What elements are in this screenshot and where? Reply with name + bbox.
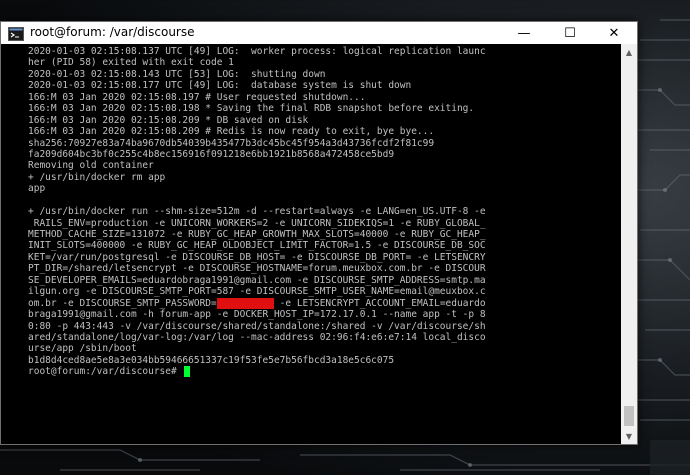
scroll-up-icon[interactable]: ▲ [621,44,637,60]
terminal-line: SE_DEVELOPER_EMAILS=eduardobraga1991@gma… [28,274,486,286]
terminal-line: 166:M 03 Jan 2020 02:15:08.209 # Redis i… [28,126,435,138]
terminal-icon [8,26,24,41]
shell-prompt-line[interactable]: root@forum:/var/discourse# [28,366,486,378]
terminal-window: root@forum: /var/discourse — ☐ ✕ 2020-01… [0,21,638,445]
terminal-line: PT_DIR=/shared/letsencrypt -e DISCOURSE_… [28,263,486,275]
password-line-suffix: -e LETSENCRYPT_ACCOUNT_EMAIL=eduardo [273,297,486,309]
terminal-line: fa209d604bc3bf0c255c4b8ec156916f091218e6… [28,148,395,160]
minimize-button[interactable]: — [501,22,547,44]
terminal-line: urse/app /sbin/boot [28,343,137,355]
terminal-line: METHOD_CACHE_SIZE=131072 -e RUBY_GC_HEAP… [28,229,486,240]
terminal-line: 2020-01-03 02:15:08.137 UTC [49] LOG: wo… [28,46,486,57]
close-icon: ✕ [608,25,620,41]
password-line-prefix: om.br -e DISCOURSE_SMTP_PASSWORD= [28,297,217,309]
terminal-line: 166:M 03 Jan 2020 02:15:08.197 # User re… [28,91,366,103]
terminal-lines: 2020-01-03 02:15:08.137 UTC [49] LOG: wo… [28,46,486,378]
terminal-line: 166:M 03 Jan 2020 02:15:08.198 * Saving … [28,103,475,115]
window-titlebar[interactable]: root@forum: /var/discourse — ☐ ✕ [1,22,637,44]
terminal-line-password: om.br -e DISCOURSE_SMTP_PASSWORD=xxxxxxx… [28,297,486,309]
terminal-line: 2020-01-03 02:15:08.177 UTC [49] LOG: da… [28,80,412,92]
terminal-line: ilgun.org -e DISCOURSE_SMTP_PORT=587 -e … [28,286,486,298]
terminal-line: braga1991@gmail.com -h forum-app -e DOCK… [28,309,486,321]
terminal-output[interactable]: 2020-01-03 02:15:08.137 UTC [49] LOG: wo… [1,44,621,444]
terminal-line: Removing old container [28,160,154,172]
scrollbar-thumb[interactable] [624,406,634,426]
terminal-line: + /usr/bin/docker rm app [28,171,166,183]
terminal-line: INIT_SLOTS=400000 -e RUBY_GC_HEAP_OLDOBJ… [28,240,486,252]
terminal-line: 2020-01-03 02:15:08.143 UTC [53] LOG: sh… [28,68,326,80]
close-button[interactable]: ✕ [591,22,637,44]
scroll-down-icon[interactable]: ▼ [621,428,637,444]
terminal-line: ared/standalone/log/var-log:/var/log --m… [28,331,486,343]
terminal-line: her (PID 58) exited with exit code 1 [28,57,234,69]
terminal-line: + /usr/bin/docker run --shm-size=512m -d… [28,206,486,218]
vertical-scrollbar[interactable]: ▲ ▼ [621,44,637,444]
terminal-line: app [28,183,46,195]
text-cursor [184,366,191,378]
terminal-line: RAILS_ENV=production -e UNICORN_WORKERS=… [28,217,486,229]
maximize-button[interactable]: ☐ [547,22,593,44]
redacted-password: xxxxxxxxxx [216,297,274,309]
terminal-line: b1d8d4ced8ae5e8a3e034bb59466651337c19f53… [28,354,395,366]
maximize-icon: ☐ [564,25,576,41]
window-title: root@forum: /var/discourse [30,25,195,39]
terminal-line: 0:80 -p 443:443 -v /var/discourse/shared… [28,320,486,332]
minimize-icon: — [517,25,531,41]
terminal-line: KET=/var/run/postgresql -e DISCOURSE_DB_… [28,251,486,263]
terminal-line: sha256:70927e83a74ba9670db54039b435477b3… [28,137,435,149]
shell-prompt: root@forum:/var/discourse# [28,366,183,378]
terminal-line: 166:M 03 Jan 2020 02:15:08.209 * DB save… [28,114,309,126]
